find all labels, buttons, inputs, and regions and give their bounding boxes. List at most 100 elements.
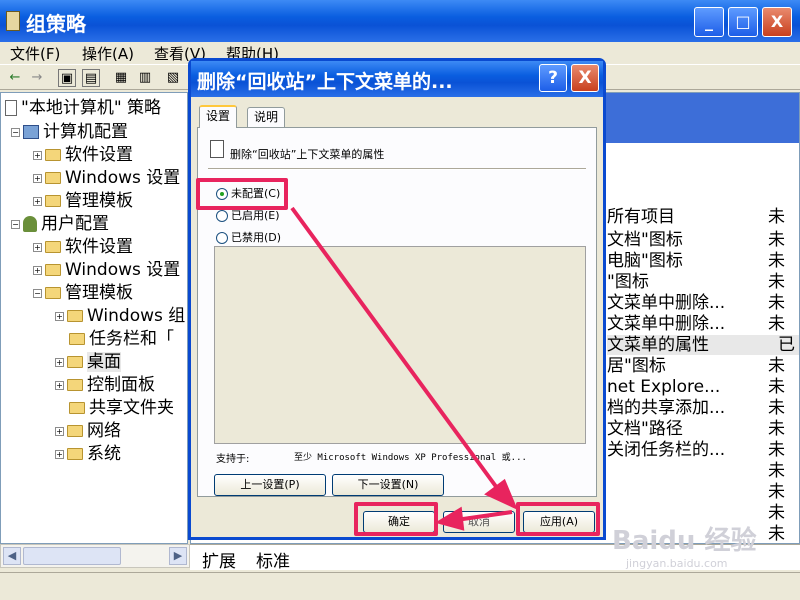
folder-icon: [67, 448, 83, 460]
list-item[interactable]: 文菜单中删除...: [607, 293, 725, 313]
expand-icon[interactable]: +: [33, 196, 42, 206]
tree-item-network[interactable]: + 网络: [55, 420, 121, 442]
main-title-bar: 组策略 _ □ X: [0, 0, 800, 42]
up-folder-icon[interactable]: ▣: [58, 69, 76, 87]
dialog-title-bar: 删除“回收站”上下文菜单的... ? X: [191, 61, 603, 97]
list-item[interactable]: 所有项目: [607, 207, 675, 227]
list-item[interactable]: 文菜单中删除...: [607, 314, 725, 334]
list-item[interactable]: 文档"图标: [607, 230, 683, 250]
state-cell: 未: [768, 503, 785, 523]
expand-icon[interactable]: +: [33, 150, 42, 160]
tree-item-system[interactable]: + 系统: [55, 443, 121, 465]
menu-file[interactable]: 文件(F): [10, 43, 60, 64]
expand-icon[interactable]: +: [55, 426, 64, 436]
tab-settings[interactable]: 设置: [199, 105, 238, 128]
status-bar: [0, 572, 800, 600]
scroll-right-icon[interactable]: ▶: [169, 547, 187, 565]
previous-setting-button[interactable]: 上一设置(P): [214, 474, 326, 496]
tree-item-taskbar[interactable]: 任务栏和「: [69, 328, 174, 350]
folder-icon: [45, 195, 61, 207]
dialog-close-button[interactable]: X: [571, 64, 599, 92]
maximize-button[interactable]: □: [728, 7, 758, 37]
forward-arrow-icon[interactable]: →: [28, 69, 46, 87]
scroll-thumb[interactable]: [23, 547, 121, 565]
export-list-icon[interactable]: ▥: [136, 69, 154, 87]
minimize-button[interactable]: _: [694, 7, 724, 37]
expand-icon[interactable]: +: [33, 265, 42, 275]
options-area: [214, 246, 586, 444]
state-cell: 未: [768, 272, 785, 292]
back-arrow-icon[interactable]: ←: [6, 69, 24, 87]
list-item[interactable]: 居"图标: [607, 356, 666, 376]
properties-icon[interactable]: ▦: [112, 69, 130, 87]
radio-icon[interactable]: [216, 210, 228, 222]
list-item[interactable]: 电脑"图标: [607, 251, 683, 271]
expand-icon[interactable]: +: [33, 173, 42, 183]
computer-icon: [23, 125, 39, 139]
state-cell: 未: [768, 377, 785, 397]
tree-item-shared-folders[interactable]: 共享文件夹: [69, 397, 174, 419]
list-item[interactable]: "图标: [607, 272, 649, 292]
folder-icon: [67, 379, 83, 391]
radio-disabled[interactable]: 已禁用(D): [216, 230, 281, 246]
policy-properties-dialog: 删除“回收站”上下文菜单的... ? X 设置 说明 删除“回收站”上下文菜单的…: [188, 58, 606, 540]
tree-item-software[interactable]: + 软件设置: [33, 144, 133, 166]
cancel-button[interactable]: 取消: [443, 511, 515, 533]
folder-icon: [69, 333, 85, 345]
state-cell: 未: [768, 207, 785, 227]
expand-icon[interactable]: +: [55, 380, 64, 390]
policy-tree: "本地计算机" 策略 − 计算机配置 + 软件设置 + Windows 设置 + 管理模…: [0, 92, 188, 544]
radio-enabled[interactable]: 已启用(E): [216, 208, 280, 224]
tab-explain[interactable]: 说明: [247, 107, 286, 127]
help-icon[interactable]: ▧: [164, 69, 182, 87]
expand-icon[interactable]: +: [55, 311, 64, 321]
tree-horizontal-scrollbar[interactable]: ◀ ▶: [0, 544, 190, 568]
next-setting-button[interactable]: 下一设置(N): [332, 474, 444, 496]
expand-icon[interactable]: +: [55, 449, 64, 459]
list-item[interactable]: net Explore...: [607, 377, 720, 397]
collapse-icon[interactable]: −: [11, 127, 20, 137]
folder-icon: [45, 172, 61, 184]
tree-item-windows-settings[interactable]: + Windows 设置: [33, 259, 180, 281]
expand-icon[interactable]: +: [33, 242, 42, 252]
folder-icon: [45, 241, 61, 253]
tab-standard[interactable]: 标准: [256, 547, 290, 572]
dialog-help-button[interactable]: ?: [539, 64, 567, 92]
tree-item-computer-config[interactable]: − 计算机配置: [11, 121, 128, 143]
state-cell: 未: [768, 398, 785, 418]
list-item[interactable]: 关闭任务栏的...: [607, 440, 725, 460]
policy-doc-icon: [5, 100, 17, 116]
tab-extended[interactable]: 扩展: [202, 547, 236, 572]
tree-item-software[interactable]: + 软件设置: [33, 236, 133, 258]
collapse-icon[interactable]: −: [33, 288, 42, 298]
list-item[interactable]: 档的共享添加...: [607, 398, 725, 418]
policy-setting-icon: [210, 140, 224, 158]
tree-item-control-panel[interactable]: + 控制面板: [55, 374, 155, 396]
menu-action[interactable]: 操作(A): [82, 43, 134, 64]
state-cell: 未: [768, 524, 785, 544]
collapse-icon[interactable]: −: [11, 219, 20, 229]
state-cell: 未: [768, 293, 785, 313]
highlight-ok: [354, 502, 438, 536]
radio-icon[interactable]: [216, 232, 228, 244]
tree-item-windows-components[interactable]: + Windows 组: [55, 305, 185, 327]
tree-item-desktop[interactable]: + 桌面: [55, 351, 121, 373]
tree-root[interactable]: "本地计算机" 策略: [5, 97, 161, 119]
highlight-apply: [516, 502, 600, 536]
folder-icon: [69, 402, 85, 414]
scroll-left-icon[interactable]: ◀: [3, 547, 21, 565]
tree-item-admin-templates[interactable]: − 管理模板: [33, 282, 133, 304]
close-button[interactable]: X: [762, 7, 792, 37]
show-tree-icon[interactable]: ▤: [82, 69, 100, 87]
tree-item-admin-templates[interactable]: + 管理模板: [33, 190, 133, 212]
list-item[interactable]: 文档"路径: [607, 419, 683, 439]
divider: [208, 168, 586, 170]
state-cell: 未: [768, 440, 785, 460]
expand-icon[interactable]: +: [55, 357, 64, 367]
tree-item-user-config[interactable]: − 用户配置: [11, 213, 109, 235]
folder-icon: [45, 287, 61, 299]
open-folder-icon: [67, 356, 83, 368]
state-cell: 已: [778, 335, 795, 355]
tree-item-windows-settings[interactable]: + Windows 设置: [33, 167, 180, 189]
list-item-selected[interactable]: 文菜单的属性: [607, 335, 799, 355]
